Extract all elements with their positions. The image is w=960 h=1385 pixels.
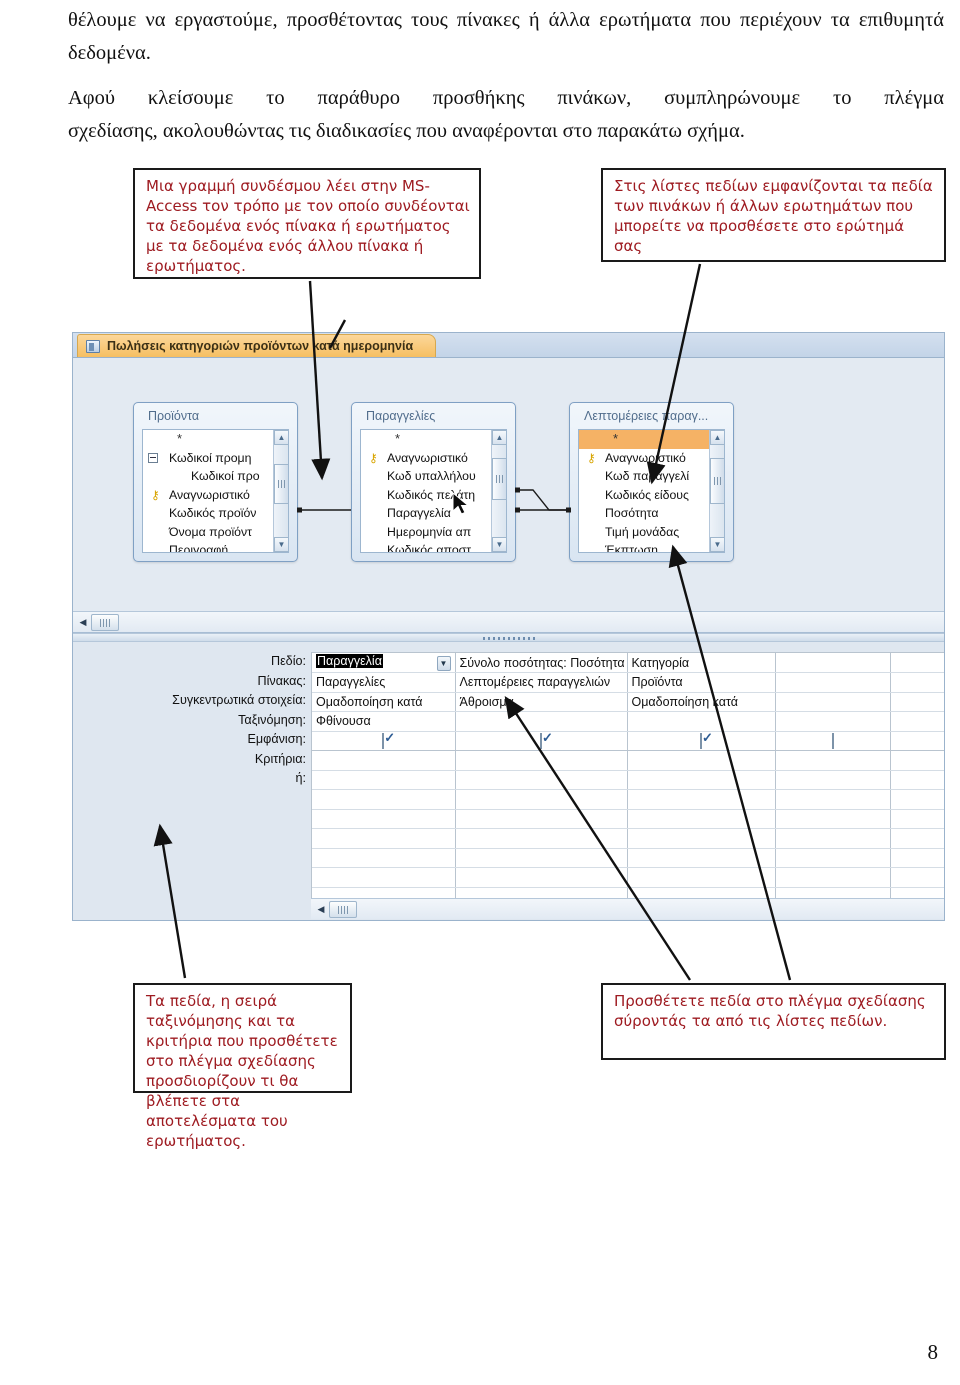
grid-row-label-total: Συγκεντρωτικά στοιχεία: bbox=[172, 693, 306, 707]
paragraph-procedure-line2: σχεδίασης, ακολουθώντας τις διαδικασίες … bbox=[68, 120, 745, 143]
grid-row-label-criteria: Κριτήρια: bbox=[254, 751, 306, 766]
paragraph-procedure: Αφού κλείσουμε το παράθυρο προσθήκης πιν… bbox=[68, 82, 944, 148]
grid-row-empty bbox=[312, 809, 944, 829]
scrollbar-thumb[interactable] bbox=[329, 900, 357, 918]
scroll-left-icon[interactable]: ◀ bbox=[75, 613, 91, 631]
grid-cell-sort-2[interactable] bbox=[455, 711, 628, 732]
diagram-horizontal-scrollbar[interactable]: ◀ bbox=[73, 611, 944, 632]
query-design-grid-pane: Πεδίο: Πίνακας: Συγκεντρωτικά στοιχεία: … bbox=[73, 642, 944, 919]
show-checkbox[interactable] bbox=[700, 732, 702, 749]
grid-row-or bbox=[312, 770, 944, 790]
grid-row-labels: Πεδίο: Πίνακας: Συγκεντρωτικά στοιχεία: … bbox=[73, 652, 311, 789]
join-lines bbox=[297, 487, 571, 513]
grid-cell-or-4[interactable] bbox=[775, 770, 891, 790]
grid-cell-or-2[interactable] bbox=[455, 770, 628, 790]
grid-row-sort: Φθίνουσα bbox=[312, 711, 944, 732]
grid-cell-table-1[interactable]: Παραγγελίες bbox=[312, 672, 456, 693]
query-grid-table[interactable]: ▼ Παραγγελία Σύνολο ποσότητας: Ποσότητα Κ… bbox=[311, 652, 944, 919]
chevron-down-icon[interactable]: ▼ bbox=[436, 656, 451, 671]
grid-cell-criteria-5[interactable] bbox=[890, 750, 944, 771]
callout-design-grid: Τα πεδία, η σειρά ταξινόμησης και τα κρι… bbox=[133, 983, 352, 1150]
paragraph-procedure-line1: Αφού κλείσουμε το παράθυρο προσθήκης πιν… bbox=[68, 87, 944, 109]
grid-cell-show-4[interactable] bbox=[775, 731, 891, 751]
grid-cell-field-3[interactable]: Κατηγορία bbox=[627, 653, 776, 673]
document-tab-label: Πωλήσεις κατηγοριών προϊόντων κατά ημερο… bbox=[107, 339, 414, 353]
grid-cell-field-2[interactable]: Σύνολο ποσότητας: Ποσότητα bbox=[455, 653, 628, 673]
grid-cell-total-2[interactable]: Άθροισμα bbox=[455, 692, 628, 712]
grid-horizontal-scrollbar[interactable]: ◀ bbox=[311, 898, 944, 919]
show-checkbox[interactable] bbox=[540, 732, 542, 749]
callout-drag-fields: Προσθέτετε πεδία στο πλέγμα σχεδίασης σύ… bbox=[601, 983, 946, 1060]
grid-cell-show-1[interactable] bbox=[312, 731, 456, 751]
grid-cell-field-1[interactable]: ▼ Παραγγελία bbox=[312, 653, 456, 673]
grid-cell-table-5[interactable] bbox=[890, 672, 944, 693]
grid-row-criteria bbox=[312, 750, 944, 771]
grid-row-label-table: Πίνακας: bbox=[257, 673, 306, 688]
page-number: 8 bbox=[927, 1340, 939, 1364]
scrollbar-thumb[interactable] bbox=[91, 613, 119, 631]
mouse-cursor bbox=[452, 492, 470, 515]
paragraph-intro: θέλουμε να εργαστούμε, προσθέτοντας τους… bbox=[68, 9, 944, 65]
grid-cell-total-4[interactable] bbox=[775, 692, 891, 712]
grid-row-label-sort: Ταξινόμηση: bbox=[238, 712, 306, 727]
show-checkbox[interactable] bbox=[831, 732, 834, 749]
grid-cell-field-4[interactable] bbox=[775, 653, 891, 673]
grid-cell-criteria-4[interactable] bbox=[775, 750, 891, 771]
grid-cell-total-3[interactable]: Ομαδοποίηση κατά bbox=[627, 692, 776, 712]
grid-row-table: Παραγγελίες Λεπτομέρειες παραγγελιών Προ… bbox=[312, 672, 944, 693]
grid-cell-criteria-1[interactable] bbox=[312, 750, 456, 771]
grid-cell-sort-3[interactable] bbox=[627, 711, 776, 732]
grid-cell-or-3[interactable] bbox=[627, 770, 776, 790]
join-line-orders-details-1 bbox=[517, 489, 569, 511]
grid-cell-show-2[interactable] bbox=[455, 731, 628, 751]
document-tab-bar: Πωλήσεις κατηγοριών προϊόντων κατά ημερο… bbox=[73, 333, 944, 358]
grid-row-label-or: ή: bbox=[295, 771, 306, 785]
grid-row-empty bbox=[312, 828, 944, 849]
pane-splitter[interactable] bbox=[73, 633, 944, 642]
callout-link-line: Μια γραμμή συνδέσμου λέει στην MS-Access… bbox=[133, 168, 481, 279]
grid-cell-criteria-2[interactable] bbox=[455, 750, 628, 771]
grid-row-empty bbox=[312, 867, 944, 888]
grid-row-label-show: Εμφάνιση: bbox=[247, 732, 306, 746]
grid-row-show bbox=[312, 731, 944, 751]
grid-row-label-field: Πεδίο: bbox=[270, 654, 306, 668]
table-diagram-pane: Προϊόντα * Κωδικοί προμη Κωδικοί προ ⚷ Αν… bbox=[73, 358, 944, 633]
grid-row-empty bbox=[312, 848, 944, 868]
scroll-left-icon[interactable]: ◀ bbox=[313, 900, 329, 918]
grid-cell-or-5[interactable] bbox=[890, 770, 944, 790]
grid-cell-show-3[interactable] bbox=[627, 731, 776, 751]
grid-cell-table-2[interactable]: Λεπτομέρειες παραγγελιών bbox=[455, 672, 628, 693]
show-checkbox[interactable] bbox=[382, 732, 385, 749]
callout-field-lists: Στις λίστες πεδίων εμφανίζονται τα πεδία… bbox=[601, 168, 946, 262]
grid-cell-show-5[interactable] bbox=[890, 731, 944, 751]
grid-row-field: ▼ Παραγγελία Σύνολο ποσότητας: Ποσότητα Κ… bbox=[312, 653, 944, 673]
grid-cell-sort-4[interactable] bbox=[775, 711, 891, 732]
grid-cell-sort-5[interactable] bbox=[890, 711, 944, 732]
grid-cell-field-5[interactable] bbox=[890, 653, 944, 673]
access-query-design-window: Πωλήσεις κατηγοριών προϊόντων κατά ημερο… bbox=[72, 332, 945, 921]
grid-cell-table-4[interactable] bbox=[775, 672, 891, 693]
grid-row-total: Ομαδοποίηση κατά Άθροισμα Ομαδοποίηση κα… bbox=[312, 692, 944, 712]
grid-cell-table-3[interactable]: Προϊόντα bbox=[627, 672, 776, 693]
grid-cell-total-5[interactable] bbox=[890, 692, 944, 712]
grid-cell-field-1-value: Παραγγελία bbox=[316, 654, 383, 668]
grid-cell-or-1[interactable] bbox=[312, 770, 456, 790]
grid-cell-total-1[interactable]: Ομαδοποίηση κατά bbox=[312, 692, 456, 712]
grid-cell-sort-1[interactable]: Φθίνουσα bbox=[312, 711, 456, 732]
grid-row-empty bbox=[312, 789, 944, 810]
query-icon bbox=[86, 339, 100, 353]
document-tab-query[interactable]: Πωλήσεις κατηγοριών προϊόντων κατά ημερο… bbox=[77, 334, 437, 357]
grid-cell-criteria-3[interactable] bbox=[627, 750, 776, 771]
